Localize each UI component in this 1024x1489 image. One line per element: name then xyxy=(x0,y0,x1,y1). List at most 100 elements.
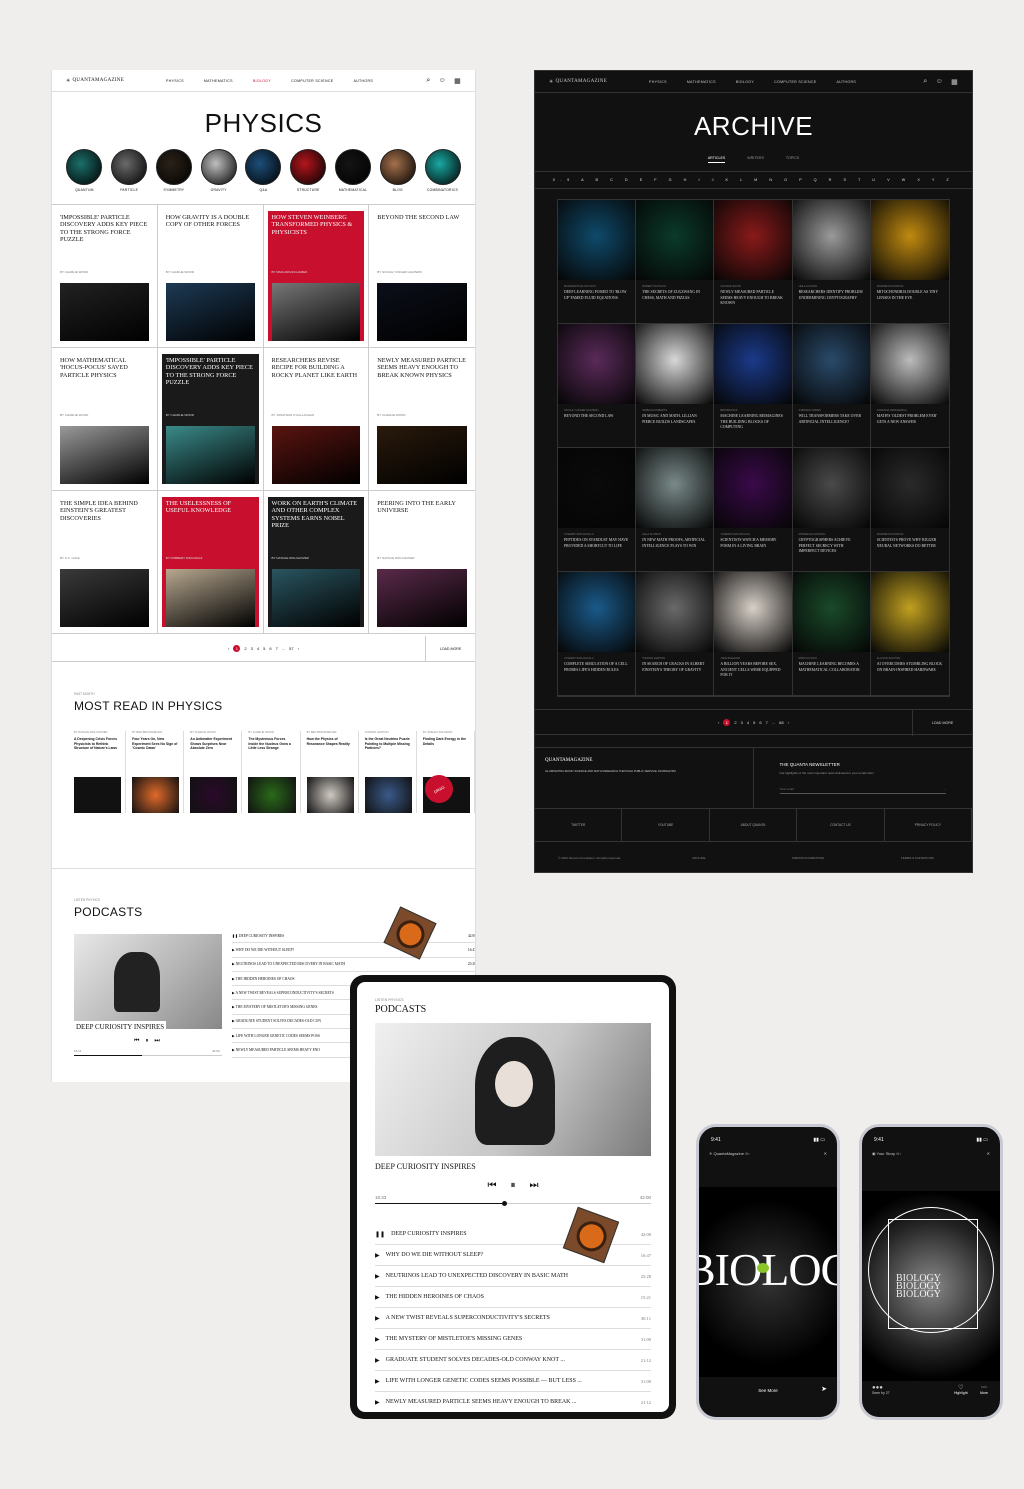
archive-title[interactable]: PEPTIDES ON STARDUST MAY HAVE PROVIDED A… xyxy=(564,538,629,549)
podcast-item[interactable]: ❚❚ DEEP CURIOSITY INSPIRES 42:00 xyxy=(232,929,475,944)
mostread-title[interactable]: Four Years On, New Experiment Sees No Si… xyxy=(132,737,179,771)
page-link[interactable]: 1 xyxy=(233,645,241,652)
podcast-item[interactable]: ▶ THE MYSTERY OF MISTLETOE'S MISSING GENE… xyxy=(375,1329,651,1350)
article-title[interactable]: 'IMPOSSIBLE' PARTICLE DISCOVERY ADDS KEY… xyxy=(166,357,255,407)
nav-mathematics[interactable]: MATHEMATICS xyxy=(204,79,233,83)
page-link[interactable]: 57 xyxy=(289,646,293,651)
article-image[interactable] xyxy=(60,569,149,627)
article-title[interactable]: THE SIMPLE IDEA BEHIND EINSTEIN'S GREATE… xyxy=(60,500,149,550)
archive-image[interactable] xyxy=(870,200,949,280)
article-image[interactable] xyxy=(60,426,149,484)
archive-card[interactable]: MORDECHAI RORVIG MITOCHONDRIA DOUBLE AS T… xyxy=(870,200,949,324)
archive-image[interactable] xyxy=(558,324,636,404)
archive-title[interactable]: SCIENTISTS PROVE WHY BIGGER NEURAL NETWO… xyxy=(877,538,943,549)
archive-image[interactable] xyxy=(636,572,714,652)
tab-articles[interactable]: ARTICLES xyxy=(707,156,726,163)
article-image[interactable] xyxy=(165,283,255,341)
archive-image[interactable] xyxy=(714,324,792,404)
more-button[interactable]: ⋯ More xyxy=(980,1384,988,1395)
archive-title[interactable]: A BILLION YEARS BEFORE SEX, ANCIENT CELL… xyxy=(720,662,785,679)
topic-item[interactable]: QUANTUM xyxy=(66,149,103,192)
page-link[interactable]: 2 xyxy=(244,646,246,651)
footer-link[interactable]: ARCHIVE xyxy=(644,842,753,872)
footer-link[interactable]: PRIVACY POLICY xyxy=(885,809,972,841)
highlight-button[interactable]: ♡ Highlight xyxy=(954,1384,968,1395)
archive-card[interactable]: SIOBHAN ROBERTS IN MUSIC AND MATH, LILLIA… xyxy=(636,324,715,448)
archive-title[interactable]: IN SEARCH OF CRACKS IN ALBERT EINSTEIN'S… xyxy=(642,662,707,673)
load-more-button[interactable]: LOAD MORE xyxy=(425,636,475,662)
archive-image[interactable] xyxy=(792,200,870,280)
article-title[interactable]: RESEARCHERS REVISE RECIPE FOR BUILDING A… xyxy=(272,357,361,407)
archive-title[interactable]: IN MUSIC AND MATH, LILLIAN PIERCE BUILDS… xyxy=(642,414,707,425)
next-track-icon[interactable]: ⏭ xyxy=(530,1180,539,1191)
article-image[interactable] xyxy=(377,569,467,627)
archive-image[interactable] xyxy=(558,572,636,652)
mostread-item[interactable]: BY CHARLIE WOOD An Antimatter Experiment … xyxy=(190,731,243,813)
pause-icon[interactable]: ⏸ xyxy=(511,1180,516,1191)
article-image[interactable] xyxy=(60,283,149,341)
article-title[interactable]: NEWLY MEASURED PARTICLE SEEMS HEAVY ENOU… xyxy=(377,357,467,407)
archive-image[interactable] xyxy=(870,572,949,652)
archive-image[interactable] xyxy=(714,200,792,280)
topic-item[interactable]: BLOG xyxy=(379,149,416,192)
footer-link[interactable]: YOUTUBE xyxy=(622,809,710,841)
mostread-title[interactable]: The Mysterious Forces Inside the Nucleus… xyxy=(248,737,295,771)
article-image[interactable] xyxy=(165,426,255,484)
footer-link[interactable]: TERMS & CONDITIONS xyxy=(863,842,972,872)
tab-writers[interactable]: WRITERS xyxy=(747,156,764,163)
page-link[interactable]: 2 xyxy=(734,720,736,725)
archive-card[interactable]: JAKE BUEHLER A BILLION YEARS BEFORE SEX, … xyxy=(714,572,793,696)
prev-icon[interactable]: ‹ xyxy=(228,646,229,651)
archive-card[interactable]: ROBERT MUTSUYA THE SECRETS OF ZUGZWANG IN… xyxy=(636,200,715,324)
menu-icon[interactable]: ▦ xyxy=(951,78,958,86)
close-icon[interactable]: ✕ xyxy=(824,1151,827,1156)
mostread-title[interactable]: Is the Great Neutrino Puzzle Pointing to… xyxy=(365,737,412,771)
archive-card[interactable]: YASEMIN SAPLAKOGLU SCIENTISTS WATCH A MEM… xyxy=(714,448,793,572)
archive-image[interactable] xyxy=(558,448,636,528)
archive-title[interactable]: MITOCHONDRIA DOUBLE AS TINY LENSES IN TH… xyxy=(877,290,943,301)
archive-card[interactable]: LEILA SLOMAN RESEARCHERS IDENTIFY PROBLEM… xyxy=(792,200,871,324)
page-link[interactable]: 4 xyxy=(747,720,749,725)
mostread-title[interactable]: How the Physics of Resonance Shapes Real… xyxy=(307,737,354,771)
footer-link[interactable]: TWITTER xyxy=(535,809,623,841)
nav-physics[interactable]: PHYSICS xyxy=(166,79,184,83)
archive-title[interactable]: WILL TRANSFORMERS TAKE OVER ARTIFICIAL I… xyxy=(799,414,864,425)
page-link[interactable]: 68 xyxy=(779,720,783,725)
article-card[interactable]: HOW MATHEMATICAL 'HOCUS-POCUS' SAVED PAR… xyxy=(52,348,158,491)
article-image[interactable] xyxy=(271,426,361,484)
archive-image[interactable] xyxy=(636,200,714,280)
pause-icon[interactable]: ❚❚ xyxy=(232,934,239,938)
search-icon[interactable]: ⌕ xyxy=(426,77,430,85)
mostread-image[interactable] xyxy=(306,777,354,813)
topic-item[interactable]: GRAVITY xyxy=(200,149,237,192)
pause-icon[interactable]: ❚❚ xyxy=(375,1231,385,1238)
progress-bar[interactable] xyxy=(74,1055,222,1056)
archive-card[interactable]: THOMAS LEWTON IN SEARCH OF CRACKS IN ALBE… xyxy=(636,572,715,696)
page-link[interactable]: 5 xyxy=(263,646,265,651)
archive-image[interactable] xyxy=(714,572,792,652)
page-link[interactable]: 6 xyxy=(269,646,271,651)
prev-track-icon[interactable]: ⏮ xyxy=(134,1038,139,1045)
podcast-item[interactable]: ▶ A NEW TWIST REVEALS SUPERCONDUCTIVITY'S… xyxy=(375,1308,651,1329)
archive-image[interactable] xyxy=(636,324,714,404)
mostread-image[interactable] xyxy=(132,777,180,813)
article-image[interactable] xyxy=(271,283,361,341)
close-icon[interactable]: ✕ xyxy=(987,1151,990,1156)
alphabet-filter[interactable]: 0-9 A B C D E F G H I J K L M N O P Q R … xyxy=(535,171,972,189)
archive-title[interactable]: CRYPTOGRAPHERS ACHIEVE PERFECT SECRECY W… xyxy=(799,538,864,555)
play-icon[interactable]: ▶ xyxy=(375,1294,380,1301)
page-link[interactable]: 1 xyxy=(723,718,731,726)
play-icon[interactable]: ▶ xyxy=(375,1273,380,1280)
nav-biology[interactable]: BIOLOGY xyxy=(736,80,754,84)
page-link[interactable]: 4 xyxy=(257,646,259,651)
seen-by[interactable]: ●●● Seen by 27 xyxy=(872,1385,890,1395)
email-field[interactable]: Your email → xyxy=(779,787,946,794)
logo[interactable]: ✳ QUANTAMAGAZINE xyxy=(549,79,649,85)
page-link[interactable]: 3 xyxy=(251,646,253,651)
archive-image[interactable] xyxy=(558,200,636,280)
footer-link[interactable]: ABOUT QUANTA xyxy=(710,809,798,841)
archive-title[interactable]: MACHINE LEARNING REIMAGINES THE BUILDING… xyxy=(720,414,785,431)
archive-title[interactable]: MATH'S 'OLDEST PROBLEM EVER' GETS A NEW … xyxy=(877,414,943,425)
topic-item[interactable]: Q&A xyxy=(245,149,282,192)
page-link[interactable]: 5 xyxy=(753,720,755,725)
